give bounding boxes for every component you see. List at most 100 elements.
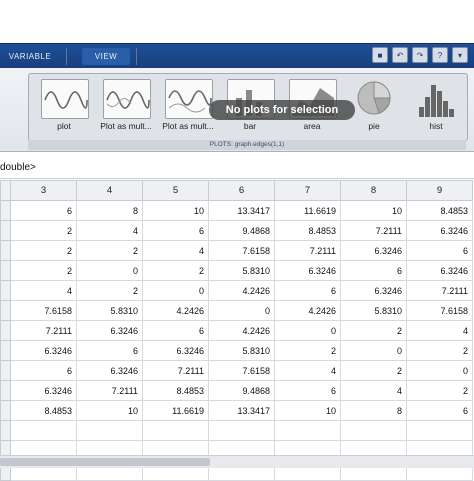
row-header[interactable] [0,380,11,401]
table-cell[interactable]: 11.6619 [142,400,209,421]
table-cell[interactable]: 5.8310 [208,260,275,281]
table-cell[interactable]: 2 [10,240,77,261]
table-cell[interactable]: 7.6158 [208,240,275,261]
table-cell[interactable]: 10 [142,200,209,221]
table-cell[interactable]: 6.3246 [340,240,407,261]
table-cell[interactable]: 13.3417 [208,400,275,421]
table-cell[interactable]: 2 [340,360,407,381]
table-cell[interactable]: 2 [10,260,77,281]
table-cell[interactable]: 4.2426 [142,300,209,321]
row-header[interactable] [0,320,11,341]
row-header[interactable] [0,340,11,361]
table-cell[interactable]: 2 [406,340,473,361]
table-cell[interactable]: 6.3246 [10,340,77,361]
column-header[interactable]: 7 [274,180,341,201]
table-cell[interactable]: 4.2426 [208,280,275,301]
column-header[interactable]: 5 [142,180,209,201]
table-cell[interactable]: 5.8310 [76,300,143,321]
column-header[interactable]: 9 [406,180,473,201]
table-cell[interactable]: 7.6158 [406,300,473,321]
menu-icon[interactable]: ▾ [452,47,468,63]
table-cell[interactable]: 6.3246 [406,220,473,241]
table-cell[interactable]: 9.4868 [208,220,275,241]
table-cell[interactable]: 2 [406,380,473,401]
table-cell[interactable]: 0 [76,260,143,281]
column-header[interactable]: 3 [10,180,77,201]
scrollbar-thumb[interactable] [0,458,210,466]
row-header[interactable] [0,200,11,221]
row-header[interactable] [0,360,11,381]
tab-view[interactable]: VIEW [82,48,130,65]
table-cell[interactable]: 0 [406,360,473,381]
table-cell[interactable] [406,420,473,441]
table-cell[interactable]: 4 [274,360,341,381]
table-cell[interactable] [10,420,77,441]
help-icon[interactable]: ? [432,47,448,63]
row-header[interactable] [0,280,11,301]
gallery-item-plot-as-multiple-series[interactable]: Plot as mult... [95,77,157,137]
corner-header[interactable] [0,180,11,201]
table-cell[interactable]: 8.4853 [274,220,341,241]
table-cell[interactable]: 6.3246 [76,360,143,381]
table-cell[interactable]: 5.8310 [208,340,275,361]
table-cell[interactable]: 7.2111 [406,280,473,301]
table-cell[interactable]: 6 [274,280,341,301]
table-cell[interactable]: 9.4868 [208,380,275,401]
table-cell[interactable]: 2 [76,240,143,261]
table-cell[interactable]: 10 [340,200,407,221]
table-cell[interactable]: 7.6158 [208,360,275,381]
table-cell[interactable]: 10 [274,400,341,421]
row-header[interactable] [0,420,11,441]
table-cell[interactable]: 6 [10,200,77,221]
table-cell[interactable]: 6 [340,260,407,281]
column-header[interactable]: 6 [208,180,275,201]
table-cell[interactable]: 8.4853 [406,200,473,221]
table-cell[interactable] [142,420,209,441]
table-cell[interactable]: 6 [76,340,143,361]
row-header[interactable] [0,400,11,421]
table-cell[interactable]: 0 [274,320,341,341]
table-cell[interactable]: 2 [10,220,77,241]
row-header[interactable] [0,260,11,281]
table-cell[interactable]: 7.2111 [274,240,341,261]
table-cell[interactable]: 8 [340,400,407,421]
table-cell[interactable]: 8 [76,200,143,221]
table-cell[interactable]: 6.3246 [340,280,407,301]
table-cell[interactable]: 6 [142,320,209,341]
table-cell[interactable]: 6.3246 [10,380,77,401]
table-cell[interactable]: 10 [76,400,143,421]
table-cell[interactable]: 7.6158 [10,300,77,321]
table-cell[interactable]: 6.3246 [76,320,143,341]
gallery-item-plot[interactable]: plot [33,77,95,137]
table-cell[interactable]: 8.4853 [142,380,209,401]
horizontal-scrollbar[interactable] [0,455,474,468]
undo-icon[interactable]: ↶ [392,47,408,63]
table-cell[interactable]: 0 [142,280,209,301]
tab-variable[interactable]: VARIABLE [0,48,60,65]
save-icon[interactable]: ■ [372,47,388,63]
table-cell[interactable]: 4 [406,320,473,341]
table-cell[interactable]: 6.3246 [142,340,209,361]
table-cell[interactable]: 2 [274,340,341,361]
table-cell[interactable]: 0 [340,340,407,361]
row-header[interactable] [0,220,11,241]
table-cell[interactable]: 5.8310 [340,300,407,321]
table-cell[interactable]: 11.6619 [274,200,341,221]
table-cell[interactable]: 4.2426 [208,320,275,341]
table-cell[interactable]: 2 [340,320,407,341]
table-cell[interactable]: 13.3417 [208,200,275,221]
table-cell[interactable]: 6 [406,400,473,421]
table-cell[interactable]: 7.2111 [76,380,143,401]
table-cell[interactable]: 2 [142,260,209,281]
table-cell[interactable]: 4 [142,240,209,261]
table-cell[interactable]: 6 [10,360,77,381]
column-header[interactable]: 4 [76,180,143,201]
redo-icon[interactable]: ↷ [412,47,428,63]
table-cell[interactable] [274,420,341,441]
table-cell[interactable]: 6.3246 [274,260,341,281]
table-cell[interactable] [340,420,407,441]
gallery-item-hist[interactable]: hist [405,77,467,137]
table-cell[interactable] [208,420,275,441]
table-cell[interactable]: 4 [10,280,77,301]
table-cell[interactable]: 6 [406,240,473,261]
